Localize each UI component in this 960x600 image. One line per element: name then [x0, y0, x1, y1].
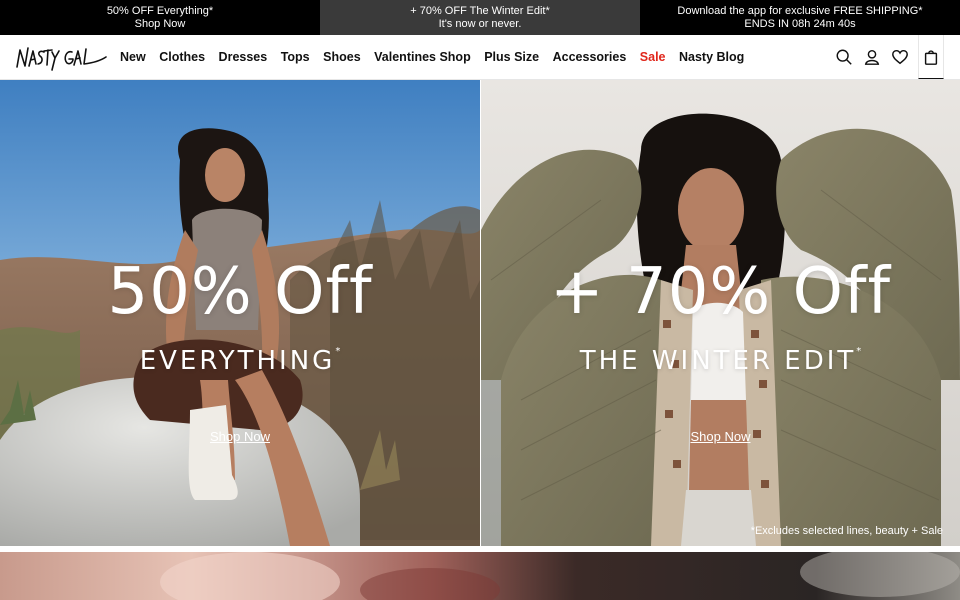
hero-everything[interactable]: 50% Off EVERYTHING* Shop Now	[0, 80, 480, 546]
hero-winter-headline: + 70% Off	[550, 255, 891, 329]
category-menu: New Clothes Dresses Tops Shoes Valentine…	[120, 35, 758, 79]
hero-winter-disclaimer: *Excludes selected lines, beauty + Sale	[750, 525, 943, 537]
nav-plus-size[interactable]: Plus Size	[484, 50, 539, 64]
bag-icon	[919, 43, 943, 71]
account-icon[interactable]	[858, 43, 886, 71]
promo-app-download[interactable]: Download the app for exclusive FREE SHIP…	[640, 0, 960, 35]
promo-everything[interactable]: 50% OFF Everything* Shop Now	[0, 0, 320, 35]
hero-everything-headline: 50% Off	[107, 255, 373, 329]
nav-icons	[830, 35, 960, 79]
hero-everything-asterisk: *	[335, 346, 341, 357]
hero-everything-subline-text: EVERYTHING	[139, 346, 336, 376]
promo-winter-title: + 70% OFF The Winter Edit*	[410, 4, 550, 17]
hero-everything-subline: EVERYTHING*	[0, 346, 480, 376]
nav-new[interactable]: New	[120, 50, 146, 64]
nav-accessories[interactable]: Accessories	[553, 50, 627, 64]
nav-nasty-blog[interactable]: Nasty Blog	[679, 50, 744, 64]
nav-tops[interactable]: Tops	[281, 50, 310, 64]
promo-winter-subtitle: It's now or never.	[438, 17, 522, 30]
hero-winter-edit[interactable]: + 70% Off THE WINTER EDIT* Shop Now *Exc…	[481, 80, 960, 546]
promo-winter-edit[interactable]: + 70% OFF The Winter Edit* It's now or n…	[320, 0, 640, 35]
next-section-preview	[0, 552, 960, 600]
brand-logo-script	[16, 47, 107, 71]
brand-logo[interactable]	[14, 42, 108, 74]
promo-bar: 50% OFF Everything* Shop Now + 70% OFF T…	[0, 0, 960, 35]
hero-winter-subline-text: THE WINTER EDIT	[579, 346, 857, 376]
promo-everything-cta: Shop Now	[134, 17, 186, 30]
promo-everything-title: 50% OFF Everything*	[106, 4, 214, 17]
main-nav: New Clothes Dresses Tops Shoes Valentine…	[0, 35, 960, 80]
hero-winter-subline: THE WINTER EDIT*	[481, 346, 960, 376]
nav-valentines-shop[interactable]: Valentines Shop	[374, 50, 471, 64]
promo-countdown: ENDS IN 08h 24m 40s	[744, 17, 856, 30]
nav-clothes[interactable]: Clothes	[159, 50, 205, 64]
promo-app-title: Download the app for exclusive FREE SHIP…	[677, 4, 923, 17]
hero-winter-shop-link[interactable]: Shop Now	[481, 429, 960, 444]
bag-button[interactable]	[918, 35, 944, 79]
nav-sale[interactable]: Sale	[640, 50, 666, 64]
hero-everything-shop-link[interactable]: Shop Now	[0, 429, 480, 444]
nav-dresses[interactable]: Dresses	[219, 50, 268, 64]
wishlist-icon[interactable]	[886, 43, 914, 71]
hero-winter-asterisk: *	[856, 346, 862, 357]
search-icon[interactable]	[830, 43, 858, 71]
nav-shoes[interactable]: Shoes	[323, 50, 361, 64]
